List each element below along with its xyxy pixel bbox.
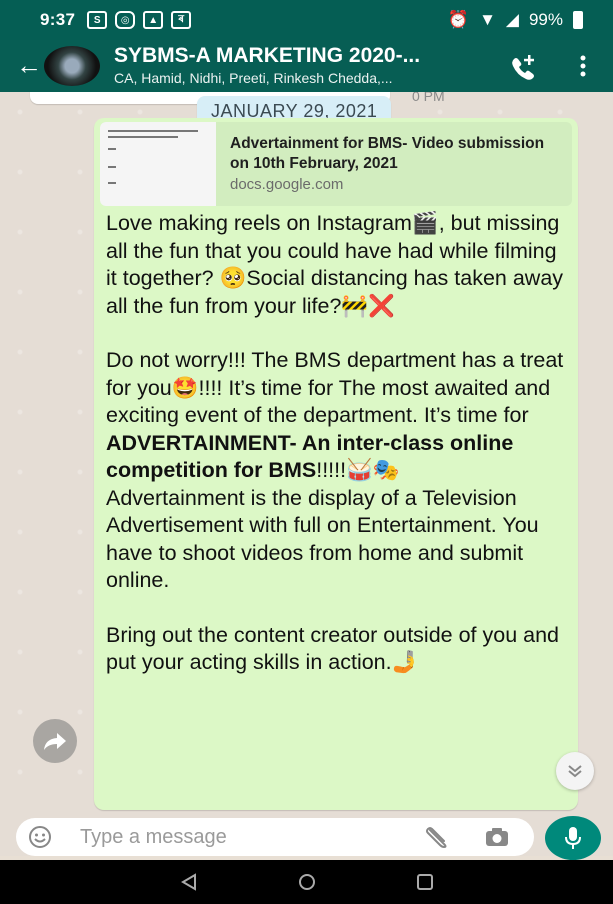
chat-area[interactable]: 0 PM JANUARY 29, 2021 Advertainment for … [0,92,613,816]
message-paragraph: Bring out the content creator outside of… [106,622,559,675]
attach-icon[interactable] [424,826,450,848]
instagram-icon: ◎ [115,11,136,29]
voice-message-button[interactable] [545,816,601,860]
group-avatar[interactable] [44,46,100,86]
message-paragraph: Love making reels on Instagram🎬, but mis… [106,211,564,318]
forward-button[interactable] [33,719,77,763]
previous-message-time: 0 PM [412,92,445,104]
emoji-icon[interactable] [28,825,52,849]
back-arrow-icon[interactable]: ← [16,50,42,80]
message-paragraph: Advertainment is the display of a Televi… [106,485,539,593]
forward-icon [44,733,66,750]
nav-recents-icon[interactable] [416,873,434,891]
link-preview-title: Advertainment for BMS- Video submission … [230,135,545,172]
status-bar: 9:37 S ◎ ▲ ৰ ⏰ ▼ ◢ 99% [0,0,613,40]
nav-home-icon[interactable] [298,873,316,891]
battery-text: 99% [528,10,563,29]
camera-icon[interactable] [484,826,510,848]
add-call-icon[interactable] [508,52,538,82]
message-placeholder[interactable]: Type a message [80,826,227,849]
link-preview-thumbnail [100,122,216,206]
message-bold-text: ADVERTAINMENT- An inter-class online com… [106,430,514,483]
bh-icon: ৰ [171,11,192,29]
message-paragraph: Do not worry!!! The BMS department has a… [106,348,564,483]
gallery-icon: ▲ [143,11,164,29]
message-bubble[interactable]: Advertainment for BMS- Video submission … [94,118,578,810]
double-chevron-down-icon [568,765,582,778]
link-preview[interactable]: Advertainment for BMS- Video submission … [100,122,572,206]
wifi-icon: ▼ [479,10,496,29]
nav-back-icon[interactable] [180,873,198,891]
compose-bar: Type a message [0,816,613,860]
status-time: 9:37 [40,10,76,29]
battery-icon [573,11,583,29]
more-options-icon[interactable] [580,54,586,78]
notification-icons: S ◎ ▲ ৰ [87,11,192,29]
group-title[interactable]: SYBMS-A MARKETING 2020-... [114,44,420,68]
chat-header: ← SYBMS-A MARKETING 2020-... CA, Hamid, … [0,40,613,92]
message-text: Love making reels on Instagram🎬, but mis… [106,210,570,677]
microphone-icon [565,827,581,849]
scroll-to-bottom-button[interactable] [556,752,594,790]
alarm-icon: ⏰ [447,10,470,29]
s-icon: S [87,11,108,29]
signal-icon: ◢ [505,10,519,29]
system-navigation-bar [0,860,613,904]
link-preview-domain: docs.google.com [230,176,344,193]
group-members[interactable]: CA, Hamid, Nidhi, Preeti, Rinkesh Chedda… [114,70,393,86]
message-input[interactable]: Type a message [16,818,534,856]
